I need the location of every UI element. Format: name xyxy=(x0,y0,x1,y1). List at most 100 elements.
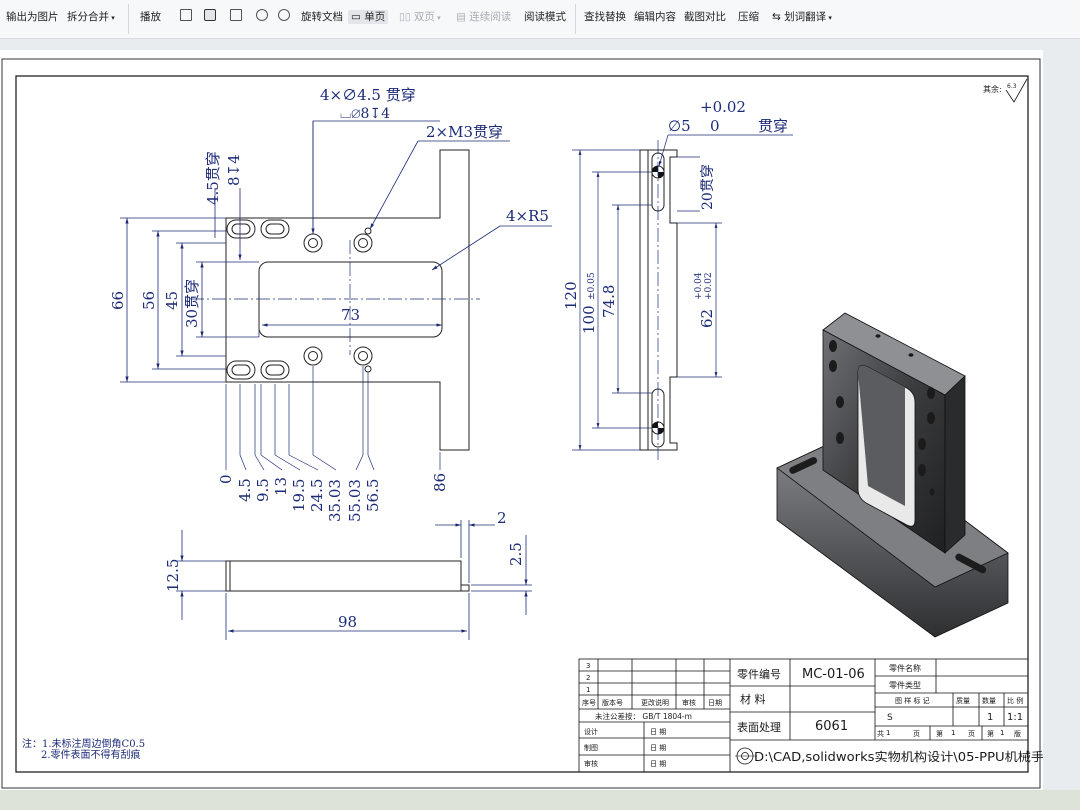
iso-hole xyxy=(829,360,837,372)
continuous-read-label: 连续阅读 xyxy=(469,11,512,23)
rotate-right-icon[interactable] xyxy=(278,9,290,21)
part-name-label: 零件名称 xyxy=(889,663,921,673)
rotate-doc-button[interactable]: 旋转文档 xyxy=(301,10,343,24)
slot xyxy=(226,219,256,239)
read-mode-button[interactable]: 阅读模式 xyxy=(524,10,566,24)
stage-value: S xyxy=(887,713,893,723)
rev-header: 序号 xyxy=(582,698,596,707)
hole-callout: 4×∅4.5 贯穿 xyxy=(320,86,416,104)
slot xyxy=(260,219,290,239)
compress-button[interactable]: 压缩 xyxy=(738,10,759,24)
through-hole xyxy=(358,351,368,361)
iso-hole xyxy=(908,353,914,357)
dowel-marker xyxy=(652,166,658,172)
slot-inner xyxy=(231,364,251,376)
continuous-read-button[interactable]: ▤ 连续阅读 xyxy=(456,10,511,24)
ord-jog xyxy=(254,454,265,471)
bottom-outline xyxy=(225,560,470,592)
ordinate-label: 35.03 xyxy=(326,479,344,522)
sign-label: 设计 xyxy=(584,727,598,736)
dim-100-label: 100 xyxy=(580,305,598,334)
slot-inner xyxy=(231,223,251,235)
front-centerlines xyxy=(190,240,480,355)
qty-value: 1 xyxy=(987,712,993,723)
translate-icon: ⇆ xyxy=(772,11,785,23)
ordinate-label: 55.03 xyxy=(346,479,364,522)
note-line-2: 2.零件表面不得有刮痕 xyxy=(41,748,141,761)
iso-hole xyxy=(836,396,844,408)
fit-page-icon[interactable] xyxy=(204,9,216,21)
surface-value: 6061 xyxy=(815,719,848,734)
rotate-left-icon[interactable] xyxy=(256,9,268,21)
ordinate-label: 56.5 xyxy=(364,479,382,512)
through-hole xyxy=(358,238,368,248)
hole-lower-tol: 0 xyxy=(710,117,720,135)
front-outline xyxy=(225,149,470,451)
material-label: 材 料 xyxy=(740,692,766,706)
isometric-model xyxy=(776,312,1009,638)
ordinate-label: 19.5 xyxy=(290,479,308,512)
iso-hole xyxy=(829,340,837,352)
chevron-down-icon: ▾ xyxy=(109,14,115,22)
slot xyxy=(226,360,256,380)
scale-label: 比 例 xyxy=(1007,696,1023,705)
dim-66-label: 66 xyxy=(109,291,127,310)
dim-98-label: 98 xyxy=(338,613,357,631)
hole-through: 贯穿 xyxy=(758,117,788,135)
actual-size-icon[interactable] xyxy=(180,9,192,21)
slot-depth-label: 4.5贯穿 xyxy=(204,151,222,205)
stage-label: 图 样 标 记 xyxy=(895,696,930,705)
thread-callout: 2×M3贯穿 xyxy=(426,123,503,141)
iso-hole xyxy=(927,412,935,424)
surface-label: 表面处理 xyxy=(737,720,781,734)
ord-jog xyxy=(312,454,337,471)
ordinate-label-86: 86 xyxy=(431,473,449,492)
file-path: D:\CAD,solidworks实物机构设计\05-PPU机械手 xyxy=(754,749,1043,764)
ordinate-label: 9.5 xyxy=(254,478,272,502)
dim-20-label: 20贯穿 xyxy=(700,164,716,210)
side-view xyxy=(639,149,678,451)
note-line-1: 注：1.未标注周边倒角C0.5 xyxy=(22,737,145,750)
word-translate-button[interactable]: ⇆ 划词翻译 ▾ xyxy=(772,10,832,25)
front-view xyxy=(225,149,470,451)
counterbore-hole xyxy=(353,346,373,366)
ord-jog xyxy=(239,454,247,471)
ord-jog xyxy=(355,454,364,471)
bottom-view xyxy=(225,560,470,592)
double-page-label: 双页 xyxy=(413,11,435,23)
sign-label: 制图 xyxy=(584,743,598,752)
dim-56-label: 56 xyxy=(140,291,158,310)
dim-45-label: 45 xyxy=(163,291,181,310)
export-image-button[interactable]: 输出为图片 xyxy=(6,10,59,24)
front-dimension-lines xyxy=(120,120,552,383)
find-replace-button[interactable]: 查找替换 xyxy=(584,10,626,24)
roughness-label: 其余: xyxy=(983,84,1002,94)
rev-header: 版本号 xyxy=(602,698,623,707)
engineering-drawing: 4×∅4.5 贯穿 ⌴∅8↧4 2×M3贯穿 4×R5 73 66 56 45 … xyxy=(1,58,1043,789)
single-page-button[interactable]: ▭ 单页 xyxy=(348,10,389,24)
scale-value: 1:1 xyxy=(1007,712,1023,723)
iso-hole xyxy=(875,334,881,338)
screenshot-compare-button[interactable]: 截图对比 xyxy=(684,10,726,24)
ordinate-label: 24.5 xyxy=(308,479,326,512)
single-page-icon: ▭ xyxy=(351,11,365,23)
dim-2-label: 2 xyxy=(497,509,507,527)
play-button[interactable]: 播放 xyxy=(140,10,161,24)
date-label: 日 期 xyxy=(650,760,666,768)
fit-width-icon[interactable] xyxy=(230,9,242,21)
sheet-label: 第 xyxy=(987,729,994,738)
counterbore-hole xyxy=(353,233,373,253)
part-no-label: 零件编号 xyxy=(737,667,781,681)
split-merge-button[interactable]: 拆分合并 ▾ xyxy=(67,10,115,25)
edit-content-button[interactable]: 编辑内容 xyxy=(634,10,676,24)
radius-callout: 4×R5 xyxy=(506,207,549,225)
center-window xyxy=(258,261,443,338)
double-page-button[interactable]: ▯▯ 双页 ▾ xyxy=(399,10,441,25)
tolerance-note: 未注公差按： GB/T 1804-m xyxy=(595,711,692,721)
ord-jog xyxy=(288,454,319,471)
iso-hole xyxy=(927,387,935,399)
dowel-marker xyxy=(652,422,658,428)
qty-label: 数量 xyxy=(982,696,996,705)
ordinate-labels: 0 4.5 9.5 13 19.5 24.5 35.03 55.03 56.5 … xyxy=(217,473,449,522)
ordinate-label: 0 xyxy=(217,474,235,484)
